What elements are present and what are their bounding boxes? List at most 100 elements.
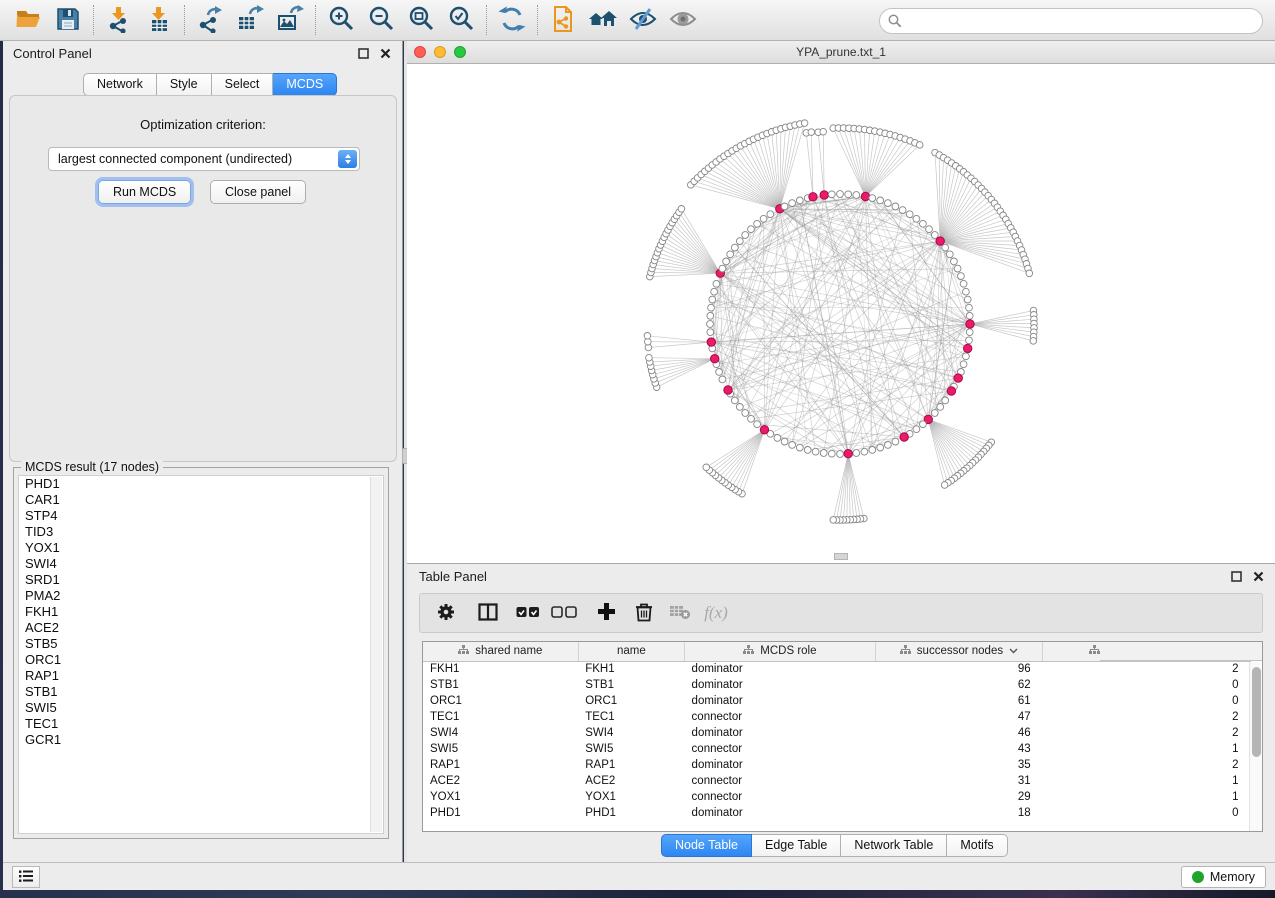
network-node[interactable] — [736, 404, 743, 411]
network-hub-node[interactable] — [760, 426, 768, 434]
network-node[interactable] — [812, 448, 819, 455]
save-session-button[interactable] — [48, 2, 88, 38]
network-node[interactable] — [820, 450, 827, 457]
column-header-successor-nodes[interactable]: successor nodes — [875, 642, 1042, 661]
table-settings-button[interactable] — [428, 596, 464, 630]
network-leaf-node[interactable] — [1030, 338, 1037, 345]
canvas-split-grip[interactable] — [834, 553, 848, 560]
network-node[interactable] — [837, 451, 844, 458]
network-node[interactable] — [845, 191, 852, 198]
network-hub-node[interactable] — [820, 191, 828, 199]
network-node[interactable] — [767, 211, 774, 218]
network-node[interactable] — [963, 353, 970, 360]
float-panel-icon[interactable] — [1230, 570, 1243, 583]
network-node[interactable] — [828, 450, 835, 457]
network-hub-node[interactable] — [861, 192, 869, 200]
first-neighbors-button[interactable] — [583, 2, 623, 38]
table-row[interactable]: ACE2ACE2connector311 — [423, 773, 1251, 789]
mcds-result-item[interactable]: STB5 — [19, 636, 383, 652]
table-row[interactable]: TEC1TEC1connector472 — [423, 709, 1251, 725]
network-node[interactable] — [709, 296, 716, 303]
mcds-result-item[interactable]: CAR1 — [19, 492, 383, 508]
network-node[interactable] — [899, 207, 906, 214]
network-node[interactable] — [731, 244, 738, 251]
import-network-button[interactable] — [99, 2, 139, 38]
network-node[interactable] — [760, 215, 767, 222]
network-node[interactable] — [869, 195, 876, 202]
network-node[interactable] — [920, 220, 927, 227]
network-node[interactable] — [828, 191, 835, 198]
mcds-result-item[interactable]: ACE2 — [19, 620, 383, 636]
network-leaf-node[interactable] — [808, 129, 815, 136]
mcds-result-item[interactable]: STB1 — [19, 684, 383, 700]
mcds-result-item[interactable]: SRD1 — [19, 572, 383, 588]
column-header-name[interactable]: name — [578, 642, 684, 661]
tab-network[interactable]: Network — [83, 73, 157, 96]
network-node[interactable] — [781, 438, 788, 445]
delete-table-button[interactable] — [662, 596, 698, 630]
network-node[interactable] — [861, 448, 868, 455]
table-row[interactable]: PHD1PHD1dominator180 — [423, 805, 1251, 821]
run-mcds-button[interactable]: Run MCDS — [98, 180, 191, 204]
network-hub-node[interactable] — [947, 387, 955, 395]
show-all-button[interactable] — [663, 2, 703, 38]
network-node[interactable] — [804, 447, 811, 454]
network-node[interactable] — [920, 421, 927, 428]
network-node[interactable] — [931, 232, 938, 239]
network-hub-node[interactable] — [954, 374, 962, 382]
column-header-MCDS-role[interactable]: MCDS role — [685, 642, 876, 661]
network-node[interactable] — [892, 203, 899, 210]
tab-node-table[interactable]: Node Table — [661, 834, 752, 857]
network-node[interactable] — [937, 404, 944, 411]
tab-select[interactable]: Select — [212, 73, 274, 96]
network-node[interactable] — [931, 410, 938, 417]
network-node[interactable] — [789, 442, 796, 449]
network-node[interactable] — [942, 244, 949, 251]
tab-mcds[interactable]: MCDS — [273, 73, 337, 96]
network-node[interactable] — [719, 265, 726, 272]
close-panel-icon[interactable] — [1252, 570, 1265, 583]
search-input[interactable] — [879, 8, 1263, 34]
import-table-button[interactable] — [139, 2, 179, 38]
table-row[interactable]: YOX1YOX1connector291 — [423, 789, 1251, 805]
export-image-button[interactable] — [270, 2, 310, 38]
network-node[interactable] — [877, 197, 884, 204]
network-node[interactable] — [713, 280, 720, 287]
network-node[interactable] — [892, 438, 899, 445]
network-node[interactable] — [711, 288, 718, 295]
network-node[interactable] — [926, 226, 933, 233]
network-node[interactable] — [913, 426, 920, 433]
network-node[interactable] — [707, 321, 714, 328]
network-node[interactable] — [951, 258, 958, 265]
network-node[interactable] — [885, 442, 892, 449]
network-node[interactable] — [754, 220, 761, 227]
mcds-result-item[interactable]: PHD1 — [19, 476, 383, 492]
network-node[interactable] — [774, 435, 781, 442]
network-node[interactable] — [966, 304, 973, 311]
network-node[interactable] — [954, 265, 961, 272]
network-node[interactable] — [837, 191, 844, 198]
table-row[interactable]: ORC1ORC1dominator610 — [423, 693, 1251, 709]
function-builder-button[interactable]: f(x) — [698, 596, 734, 630]
export-table-button[interactable] — [230, 2, 270, 38]
network-node[interactable] — [707, 312, 714, 319]
task-history-button[interactable] — [12, 866, 40, 888]
share-network-button[interactable] — [543, 2, 583, 38]
network-leaf-node[interactable] — [646, 354, 653, 361]
network-hub-node[interactable] — [844, 450, 852, 458]
mcds-result-item[interactable]: FKH1 — [19, 604, 383, 620]
network-node[interactable] — [736, 238, 743, 245]
optimization-criterion-select[interactable]: largest connected component (undirected) — [48, 147, 360, 171]
hide-selected-button[interactable] — [623, 2, 663, 38]
network-canvas[interactable] — [407, 64, 1275, 563]
deselect-all-button[interactable] — [546, 596, 582, 630]
network-node[interactable] — [885, 200, 892, 207]
mcds-result-item[interactable]: SWI5 — [19, 700, 383, 716]
table-row[interactable]: FKH1FKH1dominator962 — [423, 661, 1251, 677]
network-node[interactable] — [742, 232, 749, 239]
network-hub-node[interactable] — [964, 344, 972, 352]
add-column-button[interactable] — [588, 596, 624, 630]
network-leaf-node[interactable] — [644, 333, 651, 340]
network-node[interactable] — [877, 444, 884, 451]
network-hub-node[interactable] — [711, 355, 719, 363]
